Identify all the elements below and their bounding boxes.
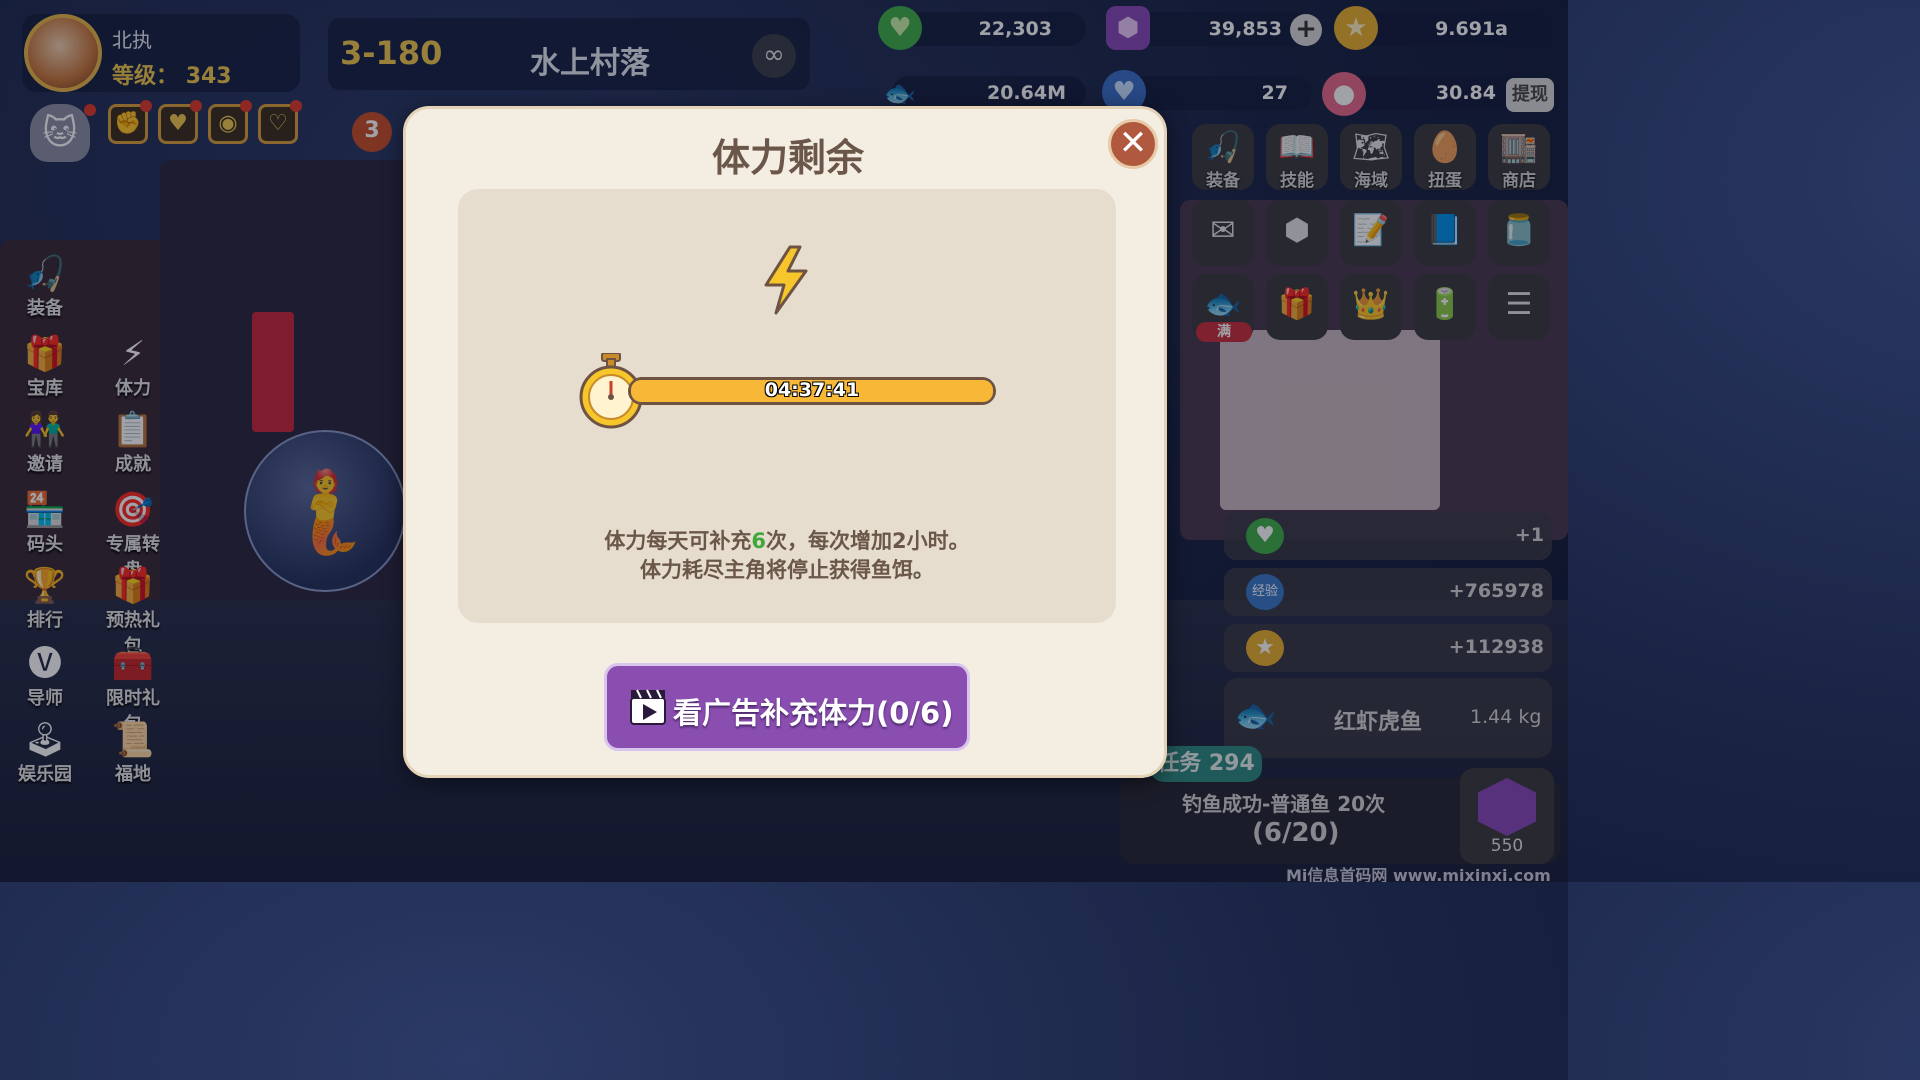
video-clapper-icon [630,689,666,725]
stamina-description: 体力每天可补充6次，每次增加2小时。 体力耗尽主角将停止获得鱼饵。 [458,527,1116,585]
close-button[interactable]: ✕ [1108,119,1158,169]
watch-ad-label: 看广告补充体力(0/6) [673,696,954,730]
description-line-2: 体力耗尽主角将停止获得鱼饵。 [640,558,934,582]
watch-ad-button[interactable]: 看广告补充体力(0/6) [604,663,970,751]
refill-count: 6 [751,529,766,553]
stamina-timer: 04:37:41 [764,379,860,401]
stamina-dialog: 体力剩余 ✕ 04:37:41 体力每天可补充6次，每次增加2小时。 体力耗尽主… [403,106,1167,778]
dialog-title: 体力剩余 [711,136,864,180]
desc-text: 次，每次增加2小时。 [766,529,970,553]
desc-text: 体力每天可补充 [604,529,752,553]
lightning-icon [764,245,808,315]
description-line-1: 体力每天可补充6次，每次增加2小时。 [458,527,1116,556]
dialog-content-panel: 04:37:41 体力每天可补充6次，每次增加2小时。 体力耗尽主角将停止获得鱼… [458,189,1116,623]
